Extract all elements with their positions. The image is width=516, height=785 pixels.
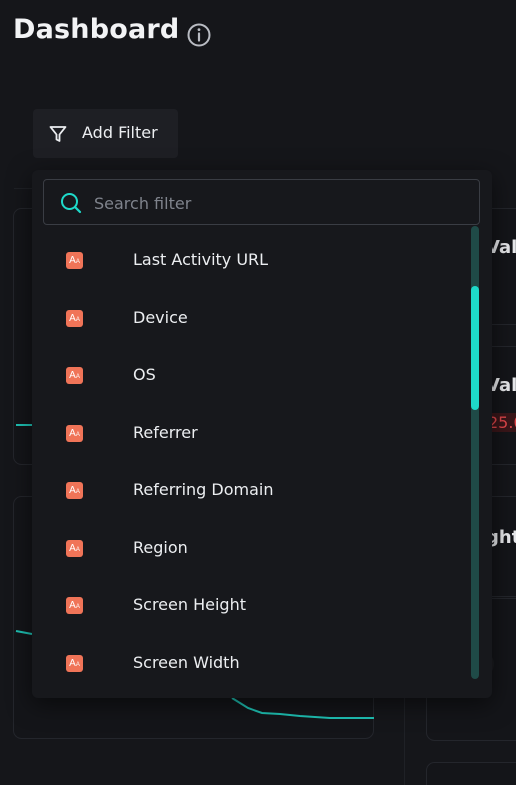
filter-item-os[interactable]: AA OS bbox=[32, 349, 467, 399]
search-filter-input[interactable] bbox=[92, 180, 476, 226]
filter-item-label: Region bbox=[133, 538, 188, 557]
filter-list: AA Last Activity URL AA Device AA OS AA … bbox=[32, 230, 472, 690]
filter-item-label: Device bbox=[133, 308, 188, 327]
filter-item-label: Screen Width bbox=[133, 653, 240, 672]
funnel-icon bbox=[49, 126, 67, 142]
filter-item-referring-domain[interactable]: AA Referring Domain bbox=[32, 464, 467, 514]
add-filter-label: Add Filter bbox=[82, 123, 158, 142]
filter-item-label: Referrer bbox=[133, 423, 198, 442]
filter-item-label: Referring Domain bbox=[133, 480, 274, 499]
filter-item-referrer[interactable]: AA Referrer bbox=[32, 407, 467, 457]
search-icon bbox=[61, 193, 82, 214]
text-type-icon: AA bbox=[66, 252, 83, 269]
filter-item-screen-height[interactable]: AA Screen Height bbox=[32, 579, 467, 629]
filter-item-region[interactable]: AA Region bbox=[32, 522, 467, 572]
filter-item-last-activity-url[interactable]: AA Last Activity URL bbox=[32, 234, 467, 284]
text-type-icon: AA bbox=[66, 597, 83, 614]
text-type-icon: AA bbox=[66, 310, 83, 327]
filter-dropdown: AA Last Activity URL AA Device AA OS AA … bbox=[32, 170, 492, 698]
text-type-icon: AA bbox=[66, 655, 83, 672]
filter-item-device[interactable]: AA Device bbox=[32, 292, 467, 342]
filter-item-label: Last Activity URL bbox=[133, 250, 269, 269]
filter-item-label: Screen Height bbox=[133, 595, 246, 614]
scrollbar-thumb[interactable] bbox=[471, 286, 479, 410]
info-icon[interactable] bbox=[186, 22, 212, 48]
add-filter-button[interactable]: Add Filter bbox=[33, 109, 178, 158]
filter-item-label: OS bbox=[133, 365, 156, 384]
text-type-icon: AA bbox=[66, 540, 83, 557]
text-type-icon: AA bbox=[66, 482, 83, 499]
top-bar: Dashboard bbox=[0, 0, 516, 70]
page-title: Dashboard bbox=[13, 14, 180, 45]
text-type-icon: AA bbox=[66, 425, 83, 442]
text-type-icon: AA bbox=[66, 367, 83, 384]
filter-item-screen-width[interactable]: AA Screen Width bbox=[32, 637, 467, 687]
search-filter-box[interactable] bbox=[43, 179, 480, 226]
